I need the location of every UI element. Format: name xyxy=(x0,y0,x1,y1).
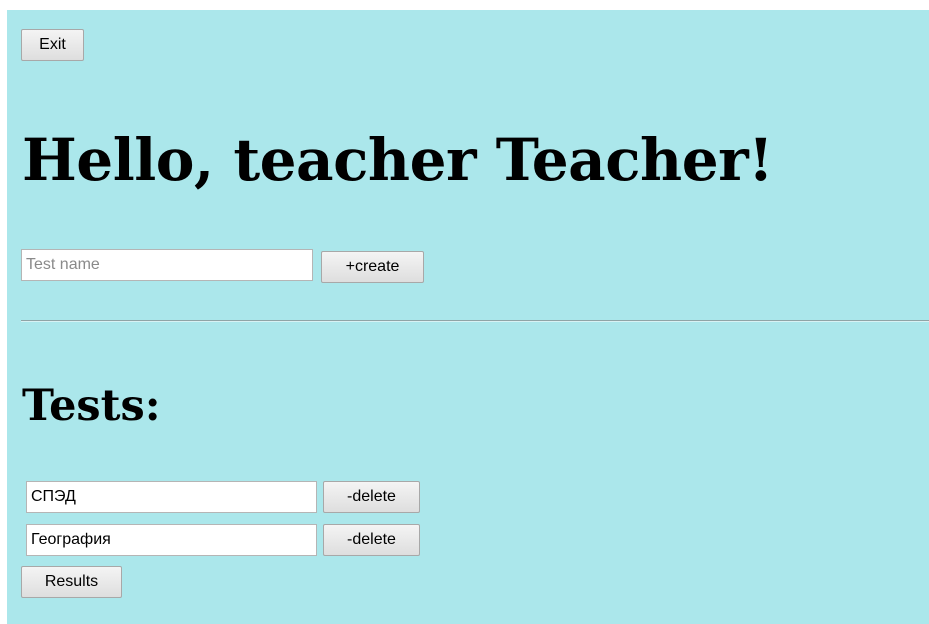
delete-test-button[interactable]: -delete xyxy=(323,524,420,556)
test-name-field[interactable] xyxy=(26,481,317,513)
test-name-input[interactable] xyxy=(21,249,313,281)
test-name-field[interactable] xyxy=(26,524,317,556)
delete-test-button[interactable]: -delete xyxy=(323,481,420,513)
create-test-button[interactable]: +create xyxy=(321,251,424,283)
results-button[interactable]: Results xyxy=(21,566,122,598)
page-background: Exit Hello, teacher Teacher! +create Tes… xyxy=(7,10,929,624)
tests-heading: Tests: xyxy=(22,381,161,431)
greeting-title: Hello, teacher Teacher! xyxy=(22,126,774,194)
section-divider xyxy=(21,320,929,322)
exit-button[interactable]: Exit xyxy=(21,29,84,61)
